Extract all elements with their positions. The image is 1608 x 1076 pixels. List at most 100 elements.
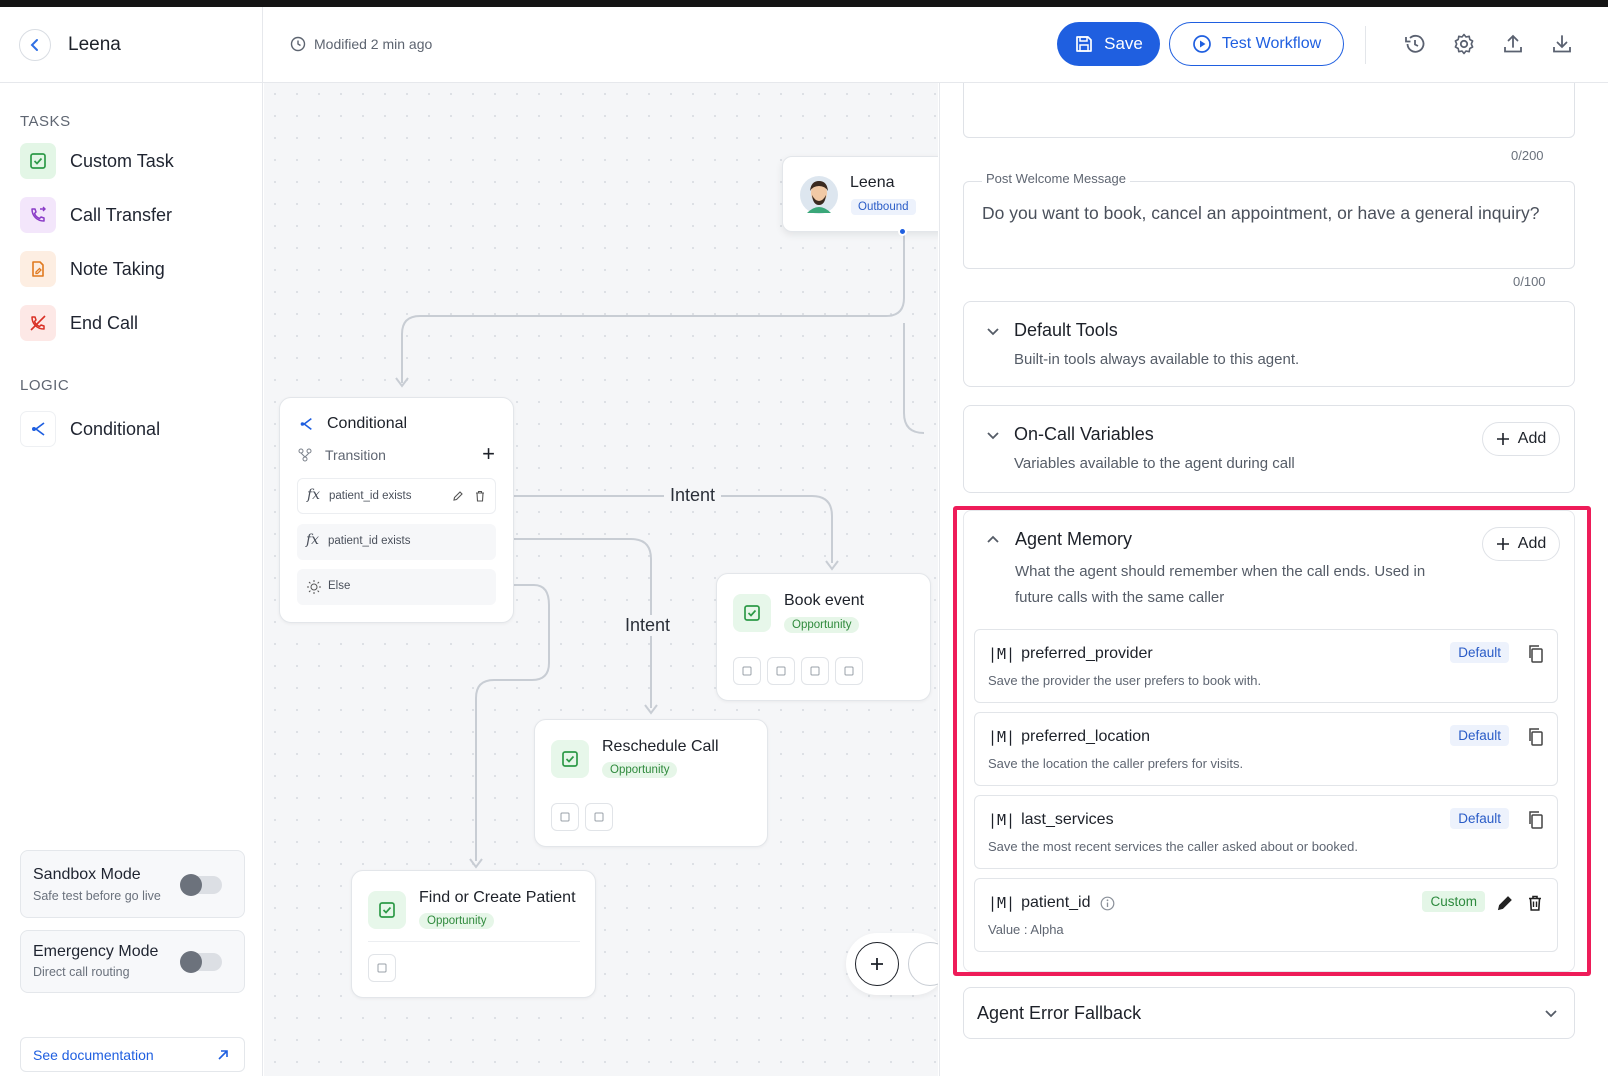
sandbox-mode-title: Sandbox Mode	[33, 866, 141, 883]
char-counter: 0/200	[1511, 148, 1544, 163]
agent-settings-panel: 0/200 Do you want to book, cancel an app…	[939, 83, 1608, 1076]
add-label: Add	[1517, 430, 1547, 447]
settings-gear-icon[interactable]	[1451, 31, 1477, 57]
check-square-icon	[20, 143, 56, 179]
phone-transfer-icon	[20, 197, 56, 233]
sidebar-item-call-transfer[interactable]: Call Transfer	[20, 197, 172, 233]
transition-icon	[298, 448, 312, 462]
function-icon: fx	[307, 487, 321, 503]
default-tools-section[interactable]: Default Tools Built-in tools always avai…	[963, 301, 1575, 387]
sun-icon	[307, 580, 321, 594]
clock-icon	[290, 36, 306, 52]
section-title: Agent Error Fallback	[977, 1003, 1142, 1023]
workflow-canvas[interactable]: Leena Outbound Conditional Transition + …	[264, 83, 938, 1076]
opportunity-badge: Opportunity	[784, 617, 860, 633]
post-welcome-message-text: Do you want to book, cancel an appointme…	[982, 203, 1540, 223]
chevron-down-icon[interactable]	[1542, 1004, 1560, 1022]
test-workflow-label: Test Workflow	[1221, 35, 1322, 52]
add-transition-button[interactable]: +	[482, 441, 495, 467]
tool-icon[interactable]	[767, 657, 795, 685]
sidebar-item-end-call[interactable]: End Call	[20, 305, 138, 341]
opportunity-badge: Opportunity	[419, 913, 495, 929]
emergency-mode-toggle[interactable]	[180, 951, 222, 973]
logic-section-title: LOGIC	[20, 377, 70, 394]
header-divider	[1365, 26, 1366, 64]
emergency-mode-card: Emergency Mode Direct call routing	[20, 930, 245, 993]
agent-memory-highlight	[953, 506, 1591, 976]
branch-icon	[20, 411, 56, 447]
sidebar-item-label: Custom Task	[70, 150, 174, 171]
tool-icon[interactable]	[835, 657, 863, 685]
see-documentation-link[interactable]: See documentation	[20, 1037, 245, 1072]
chevron-down-icon[interactable]	[984, 426, 1002, 444]
modified-text: Modified 2 min ago	[314, 36, 433, 52]
pencil-icon[interactable]	[452, 490, 464, 502]
opportunity-badge: Opportunity	[602, 762, 678, 778]
header-left: Leena	[0, 7, 263, 83]
welcome-message-input[interactable]	[963, 83, 1575, 138]
start-node-leena[interactable]: Leena Outbound	[782, 156, 938, 236]
sidebar-item-custom-task[interactable]: Custom Task	[20, 143, 174, 179]
branch-icon	[300, 418, 312, 430]
tool-icon[interactable]	[585, 803, 613, 831]
sidebar-item-label: End Call	[70, 312, 139, 333]
section-subtitle: Variables available to the agent during …	[1014, 455, 1295, 472]
workflow-editor: Leena Modified 2 min ago Save Test Workf…	[0, 7, 1608, 1076]
test-workflow-button[interactable]: Test Workflow	[1169, 22, 1344, 66]
add-variable-button[interactable]: Add	[1482, 422, 1560, 456]
node-title: Reschedule Call	[602, 738, 719, 755]
phone-end-icon	[20, 305, 56, 341]
header: Leena Modified 2 min ago Save Test Workf…	[0, 7, 1608, 83]
back-button[interactable]	[19, 29, 51, 61]
agent-name: Leena	[68, 34, 121, 55]
rule-text: patient_id exists	[328, 535, 411, 547]
start-node-title: Leena	[850, 174, 895, 191]
play-circle-icon	[1193, 35, 1211, 53]
sidebar-item-note-taking[interactable]: Note Taking	[20, 251, 165, 287]
rule-row[interactable]: fx patient_id exists	[297, 524, 496, 560]
else-row[interactable]: Else	[297, 569, 496, 605]
chevron-down-icon[interactable]	[984, 322, 1002, 340]
tool-icon[interactable]	[733, 657, 761, 685]
avatar-icon	[800, 176, 838, 214]
chevron-left-icon	[30, 39, 38, 51]
emergency-mode-title: Emergency Mode	[33, 943, 159, 960]
task-node-find-or-create-patient[interactable]: Find or Create Patient Opportunity	[351, 870, 596, 998]
output-handle[interactable]	[898, 227, 907, 236]
rule-row[interactable]: fx patient_id exists	[297, 478, 496, 514]
conditional-node[interactable]: Conditional Transition + fx patient_id e…	[279, 397, 514, 623]
modified-status: Modified 2 min ago	[290, 36, 432, 52]
sandbox-mode-subtitle: Safe test before go live	[33, 889, 161, 903]
on-call-variables-section[interactable]: On-Call Variables Variables available to…	[963, 405, 1575, 493]
tool-icon[interactable]	[368, 954, 396, 982]
node-title: Book event	[784, 592, 865, 609]
section-title: Default Tools	[1014, 320, 1118, 340]
upload-icon[interactable]	[1500, 31, 1526, 57]
sidebar-item-conditional[interactable]: Conditional	[20, 411, 160, 447]
plus-icon	[871, 958, 883, 970]
task-node-reschedule-call[interactable]: Reschedule Call Opportunity	[534, 719, 768, 847]
divider	[368, 941, 580, 942]
save-button[interactable]: Save	[1057, 22, 1160, 66]
tasks-section-title: TASKS	[20, 113, 71, 130]
add-node-button[interactable]	[855, 942, 899, 986]
trash-icon[interactable]	[474, 490, 486, 502]
task-node-book-event[interactable]: Book event Opportunity	[716, 573, 931, 701]
post-welcome-message-input[interactable]: Do you want to book, cancel an appointme…	[963, 181, 1575, 269]
history-icon[interactable]	[1402, 31, 1428, 57]
sidebar-item-label: Call Transfer	[70, 204, 173, 225]
download-icon[interactable]	[1549, 31, 1575, 57]
tool-icon[interactable]	[801, 657, 829, 685]
sidebar-item-label: Note Taking	[70, 258, 165, 279]
sidebar-item-label: Conditional	[70, 418, 161, 439]
note-icon	[20, 251, 56, 287]
outbound-badge: Outbound	[851, 199, 916, 215]
edge-label-intent: Intent	[664, 485, 722, 506]
check-square-icon	[551, 740, 589, 778]
tool-icon[interactable]	[551, 803, 579, 831]
save-icon	[1076, 36, 1092, 52]
sandbox-mode-toggle[interactable]	[180, 874, 222, 896]
agent-error-fallback-section[interactable]: Agent Error Fallback	[963, 987, 1575, 1039]
post-welcome-message-label: Post Welcome Message	[982, 171, 1130, 186]
doc-link-label: See documentation	[33, 1046, 154, 1063]
